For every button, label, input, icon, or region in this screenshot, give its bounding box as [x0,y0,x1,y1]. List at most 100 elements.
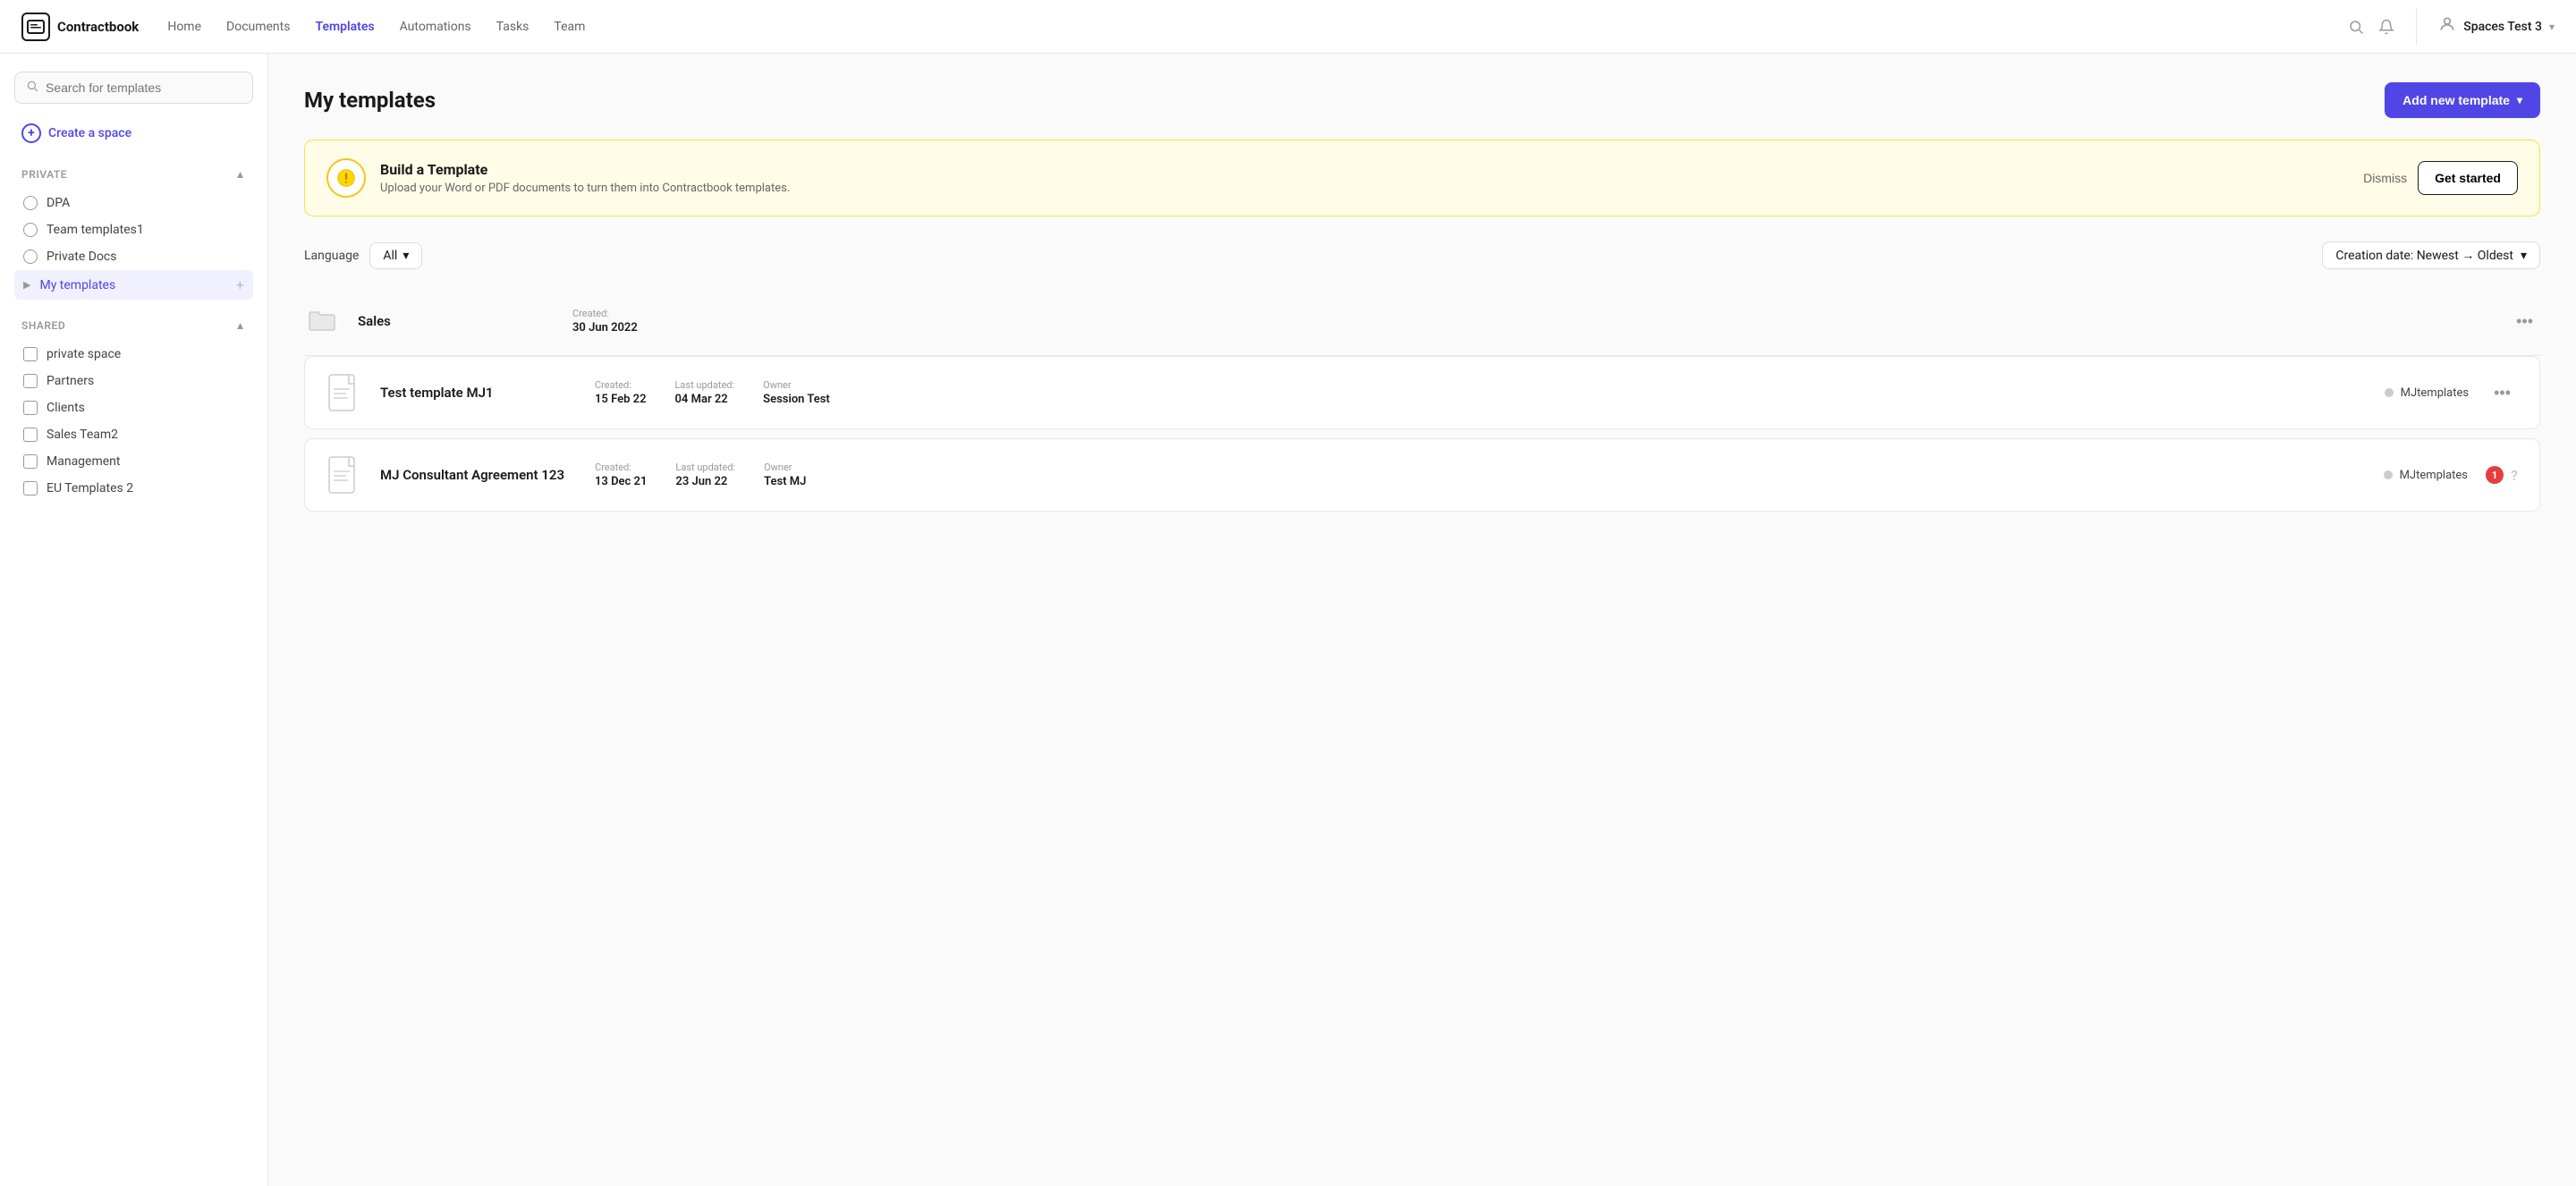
language-filter-label: Language [304,249,359,263]
banner-content: Build a Template Upload your Word or PDF… [380,161,2349,195]
add-template-chevron-icon: ▾ [2517,94,2522,106]
private-docs-icon [23,250,38,264]
mj1-updated-label: Last updated: [675,379,735,391]
search-icon [26,80,38,96]
build-template-banner: Build a Template Upload your Word or PDF… [304,140,2540,216]
mj-consultant-updated-label: Last updated: [675,462,735,473]
brand-name: Contractbook [57,19,139,35]
shared-collapse-icon[interactable]: ▲ [235,319,246,332]
topnav-right: Spaces Test 3 ▾ [2348,9,2555,45]
mj-consultant-created-value: 13 Dec 21 [595,475,647,488]
private-section-label: Private [21,168,67,181]
search-button[interactable] [2348,19,2364,35]
mj-consultant-space-dot [2384,470,2393,479]
sidebar-item-private-docs[interactable]: Private Docs [14,243,253,270]
nav-automations[interactable]: Automations [400,20,471,34]
nav-tasks[interactable]: Tasks [496,20,530,34]
template-row-sales[interactable]: Sales Created: 30 Jun 2022 ••• [304,287,2540,356]
mj-consultant-badge: 1 [2486,466,2504,484]
sales-created-label: Created: [572,308,638,319]
help-icon[interactable]: ? [2511,467,2518,484]
private-collapse-icon[interactable]: ▲ [235,168,246,181]
user-menu[interactable]: Spaces Test 3 ▾ [2438,15,2555,38]
banner-dismiss-button[interactable]: Dismiss [2363,171,2407,185]
sidebar-item-partners[interactable]: Partners [14,368,253,394]
nav-templates[interactable]: Templates [315,20,374,34]
sidebar-item-my-templates[interactable]: ▶ My templates + [14,270,253,300]
shared-section-label: Shared [21,319,65,332]
banner-title: Build a Template [380,161,2349,178]
sort-select[interactable]: Creation date: Newest → Oldest ▾ [2322,241,2540,269]
sidebar-item-clients-label: Clients [47,401,244,415]
mj-consultant-updated-value: 23 Jun 22 [675,475,735,488]
sidebar-item-clients[interactable]: Clients [14,394,253,421]
sidebar-item-private-space[interactable]: private space [14,341,253,368]
sidebar-item-my-templates-label: My templates [39,278,226,292]
search-box[interactable] [14,72,253,104]
mj-consultant-created-label: Created: [595,462,647,473]
filters-row: Language All ▾ Creation date: Newest → O… [304,241,2540,269]
mj1-created-value: 15 Feb 22 [595,393,647,406]
language-filter-value: All [383,249,397,263]
language-filter[interactable]: All ▾ [369,242,422,269]
mj1-owner-value: Session Test [763,393,830,406]
template-row-mj-consultant[interactable]: MJ Consultant Agreement 123 Created: 13 … [304,438,2540,512]
mj1-template-name: Test template MJ1 [380,385,577,401]
mj-consultant-meta: Created: 13 Dec 21 Last updated: 23 Jun … [595,462,2366,488]
sidebar-item-management[interactable]: Management [14,448,253,475]
main-header: My templates Add new template ▾ [304,82,2540,118]
add-template-label: Add new template [2402,93,2510,107]
logo-icon [21,13,50,41]
banner-icon [326,158,366,198]
mj1-created-block: Created: 15 Feb 22 [595,379,647,406]
sidebar-item-dpa-label: DPA [47,196,244,210]
logo[interactable]: Contractbook [21,13,139,41]
nav-team[interactable]: Team [554,20,585,34]
sidebar-item-team-templates[interactable]: Team templates1 [14,216,253,243]
nav-links: Home Documents Templates Automations Tas… [167,20,2348,34]
sidebar-item-eu-templates-2-label: EU Templates 2 [47,481,244,496]
my-templates-add-icon[interactable]: + [236,276,244,293]
mj1-space: MJtemplates [2385,386,2469,400]
main-layout: + Create a space Private ▲ DPA Team temp… [0,54,2576,1186]
sidebar-item-dpa[interactable]: DPA [14,190,253,216]
banner-get-started-button[interactable]: Get started [2418,161,2518,195]
mj1-updated-block: Last updated: 04 Mar 22 [675,379,735,406]
sidebar-item-management-label: Management [47,454,244,469]
sales-team2-icon [23,428,38,442]
clients-icon [23,401,38,415]
my-templates-chevron-icon: ▶ [23,279,30,291]
sidebar-item-eu-templates-2[interactable]: EU Templates 2 [14,475,253,502]
sidebar-item-sales-team2-label: Sales Team2 [47,428,244,442]
banner-actions: Dismiss Get started [2363,161,2518,195]
template-row-mj1[interactable]: Test template MJ1 Created: 15 Feb 22 Las… [304,356,2540,429]
add-template-button[interactable]: Add new template ▾ [2385,82,2540,118]
notifications-button[interactable] [2378,19,2394,35]
team-templates-icon [23,223,38,237]
sidebar-item-private-docs-label: Private Docs [47,250,244,264]
mj1-updated-value: 04 Mar 22 [675,393,735,406]
nav-home[interactable]: Home [167,20,201,34]
username: Spaces Test 3 [2463,20,2542,34]
nav-documents[interactable]: Documents [226,20,290,34]
filters-left: Language All ▾ [304,242,422,269]
mj-consultant-updated-block: Last updated: 23 Jun 22 [675,462,735,488]
mj1-doc-icon [326,373,362,412]
mj1-more-button[interactable]: ••• [2487,380,2518,406]
sidebar-item-sales-team2[interactable]: Sales Team2 [14,421,253,448]
eu-templates-2-icon [23,481,38,496]
sales-created-value: 30 Jun 2022 [572,321,638,335]
sales-more-button[interactable]: ••• [2509,309,2540,335]
partners-icon [23,374,38,388]
nav-divider [2416,9,2417,45]
sales-actions: ••• [2509,309,2540,335]
dpa-icon [23,196,38,210]
language-filter-chevron-icon: ▾ [402,249,409,263]
mj-consultant-owner-block: Owner Test MJ [764,462,806,488]
sort-chevron-icon: ▾ [2521,249,2527,263]
shared-section-header: Shared ▲ [14,314,253,337]
create-space-button[interactable]: + Create a space [14,118,253,148]
main-content: My templates Add new template ▾ Build a … [268,54,2576,1186]
mj-consultant-space-name: MJtemplates [2400,469,2468,482]
search-input[interactable] [46,80,242,95]
